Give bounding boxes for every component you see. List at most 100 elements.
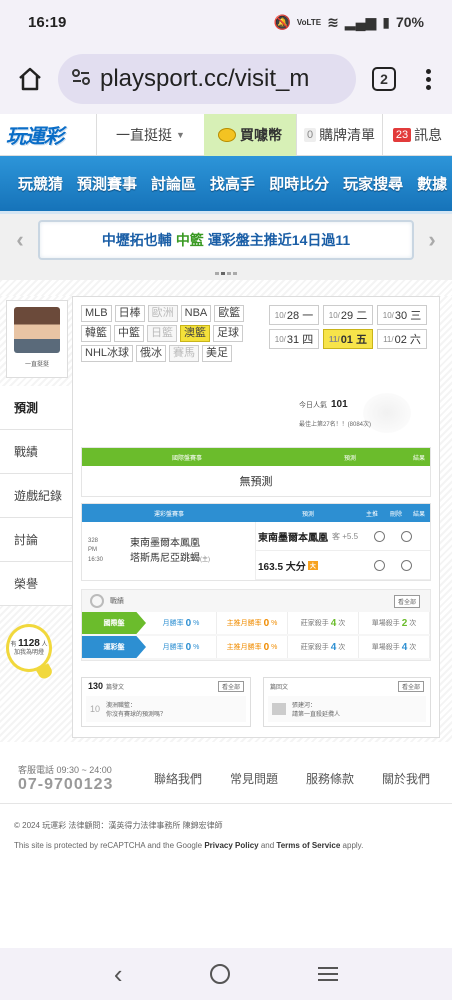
site-header: 玩運彩 一直挺挺 ▼ 買噱幣 0 購牌清單 23 訊息 [0,113,452,156]
date-tab[interactable]: 10/31 四 [269,329,319,349]
posts-box: 130 篇發文 看全部 10 澳洲職籃： 你沒有賽球的預測嗎？ [81,677,251,727]
chevron-right-icon[interactable]: › [424,227,440,253]
league-chip[interactable]: MLB [81,305,112,322]
menu-item-predict[interactable]: 預測 [0,386,76,430]
menu-item-discussion[interactable]: 討論 [0,518,72,562]
chevron-left-icon[interactable]: ‹ [12,227,28,253]
reply-avatar [272,703,286,715]
profile-menu: 預測 戰績 遊戲紀錄 討論 榮譽 [0,386,76,606]
game-info: 328 PM 16:30 [88,537,104,563]
follow-label: 加我為明燈 [13,650,44,657]
footer-link-contact[interactable]: 聯絡我們 [154,770,202,787]
privacy-policy-link[interactable]: Privacy Policy [204,841,258,850]
league-chip[interactable]: 日籃 [147,325,177,342]
league-chip[interactable]: 俄冰 [136,345,167,362]
record-row-intl: 國際盤 月勝率 0% 主推月勝率 0% 莊家殺手 4 次 單場殺手 2 次 [82,612,430,634]
date-tab[interactable]: 10/29 二 [323,305,373,325]
record-icon [90,594,104,608]
table-header: 國際盤賽事 預測 結果 [82,448,430,466]
lottery-prediction-table: 運彩盤賽事 預測 主推 刪除 結果 328 PM 16:30 東南墨爾本鳳凰 塔… [81,503,431,581]
date-tab[interactable]: 10/30 三 [377,305,427,325]
browser-toolbar: playsport.cc/visit_m 2 [0,44,452,114]
league-chip[interactable]: 韓籃 [81,325,111,342]
signal-icon: ▂▄▆ [344,13,377,30]
user-dropdown[interactable]: 一直挺挺 ▼ [96,113,204,156]
league-chip[interactable]: NBA [180,305,212,322]
league-chip[interactable]: 澳籃 [180,325,210,342]
league-chip[interactable]: 中籃 [114,325,144,342]
footer-link-about[interactable]: 關於我們 [382,770,430,787]
status-icons: 🔕 VoLTE ≋ ▂▄▆ ▮ 70% [273,14,424,31]
carousel-indicator [0,266,452,280]
announcement-banner[interactable]: 中壢拓也輔 中籃 運彩盤主推近14日過11 [38,220,414,260]
prediction-options [360,522,430,580]
wifi-icon: ≋ [327,13,339,30]
date-tab[interactable]: 11/02 六 [377,329,427,349]
user-dropdown-label: 一直挺挺 [116,126,173,143]
tab-switcher-button[interactable]: 2 [372,67,396,91]
home-button-icon[interactable] [210,964,231,984]
messages-button[interactable]: 23 訊息 [382,113,452,156]
league-chip[interactable]: 賽馬 [169,345,200,362]
avatar[interactable] [14,307,60,353]
coin-icon [218,127,236,142]
popularity-value: 101 [331,399,348,410]
post-item[interactable]: 10 澳洲職籃： 你沒有賽球的預測嗎？ [86,696,246,722]
address-bar[interactable]: playsport.cc/visit_m [58,54,356,104]
menu-item-game-log[interactable]: 遊戲紀錄 [0,474,72,518]
announcement-team: 中壢拓也輔 [101,232,172,248]
league-chip[interactable]: 美足 [202,345,233,362]
record-title: 戰績 [110,598,124,605]
footer-legal: © 2024 玩運彩 法律顧問：漢英得力法律事務所 陳錦宏律師 This sit… [14,816,363,856]
nav-item-guess[interactable]: 玩競猜 [18,173,63,194]
league-chip[interactable]: 日棒 [114,305,145,322]
caret-down-icon: ▼ [176,129,185,140]
follower-count: 1128 [18,638,40,650]
record-more-button[interactable]: 看全部 [393,594,420,608]
menu-item-honors[interactable]: 榮譽 [0,562,72,606]
cart-count-badge: 0 [303,127,317,142]
nav-item-predict[interactable]: 預測賽事 [77,173,137,194]
nav-item-player-search[interactable]: 玩家搜尋 [343,173,403,194]
volte-label: VoLTE [296,17,322,27]
recent-apps-icon[interactable] [318,967,339,981]
messages-label: 訊息 [414,126,443,143]
main-pick-radio[interactable] [374,530,385,542]
home-icon[interactable] [12,61,48,97]
menu-item-record[interactable]: 戰績 [0,430,72,474]
buy-coin-button[interactable]: 買噱幣 [204,113,296,156]
delete-radio[interactable] [401,559,412,571]
back-icon[interactable]: ‹ [114,959,123,990]
league-chip[interactable]: NHL冰球 [81,345,134,362]
league-chip[interactable]: 足球 [213,325,243,342]
main-pick-radio[interactable] [374,559,385,571]
posts-more-button[interactable]: 看全部 [217,680,244,692]
team-away: 東南墨爾本鳳凰 [130,538,200,549]
footer-links: 客服電話 09:30 ~ 24:00 07-9700123 聯絡我們 常見問題 … [0,754,452,804]
nav-item-livescore[interactable]: 即時比分 [269,173,329,194]
site-logo[interactable]: 玩運彩 [0,114,96,156]
replies-more-button[interactable]: 看全部 [397,680,424,692]
nav-item-experts[interactable]: 找高手 [210,173,255,194]
today-popularity: 今日人氣 101 [299,399,348,410]
game-teams: 東南墨爾本鳳凰 塔斯馬尼亞跳蝎(主) [110,522,256,580]
browser-menu-icon[interactable] [416,68,440,90]
delete-radio[interactable] [401,530,412,542]
date-tab[interactable]: 10/28 一 [269,305,319,325]
site-settings-icon[interactable] [72,68,90,90]
no-prediction-text: 無預測 [239,476,273,488]
prediction-spread: 東南墨爾本鳳凰客 +5.5 [256,522,360,551]
hotline: 客服電話 09:30 ~ 24:00 07-9700123 [0,763,140,794]
cart-button[interactable]: 0 購牌清單 [296,113,382,156]
footer-link-faq[interactable]: 常見問題 [230,770,278,787]
nav-item-data[interactable]: 數據 [417,173,447,194]
footer-link-terms[interactable]: 服務條款 [306,770,354,787]
nav-item-forum[interactable]: 討論區 [151,173,196,194]
league-chip[interactable]: 歐洲 [147,305,178,322]
reply-item[interactable]: 張建河： 請第一直殺延攬人 [268,696,426,722]
hotline-number[interactable]: 07-9700123 [18,776,140,794]
league-chip[interactable]: 歐籃 [214,305,245,322]
terms-of-service-link[interactable]: Terms of Service [276,841,340,850]
battery-percent: 70% [395,14,424,30]
date-tab[interactable]: 11/01 五 [323,329,373,349]
